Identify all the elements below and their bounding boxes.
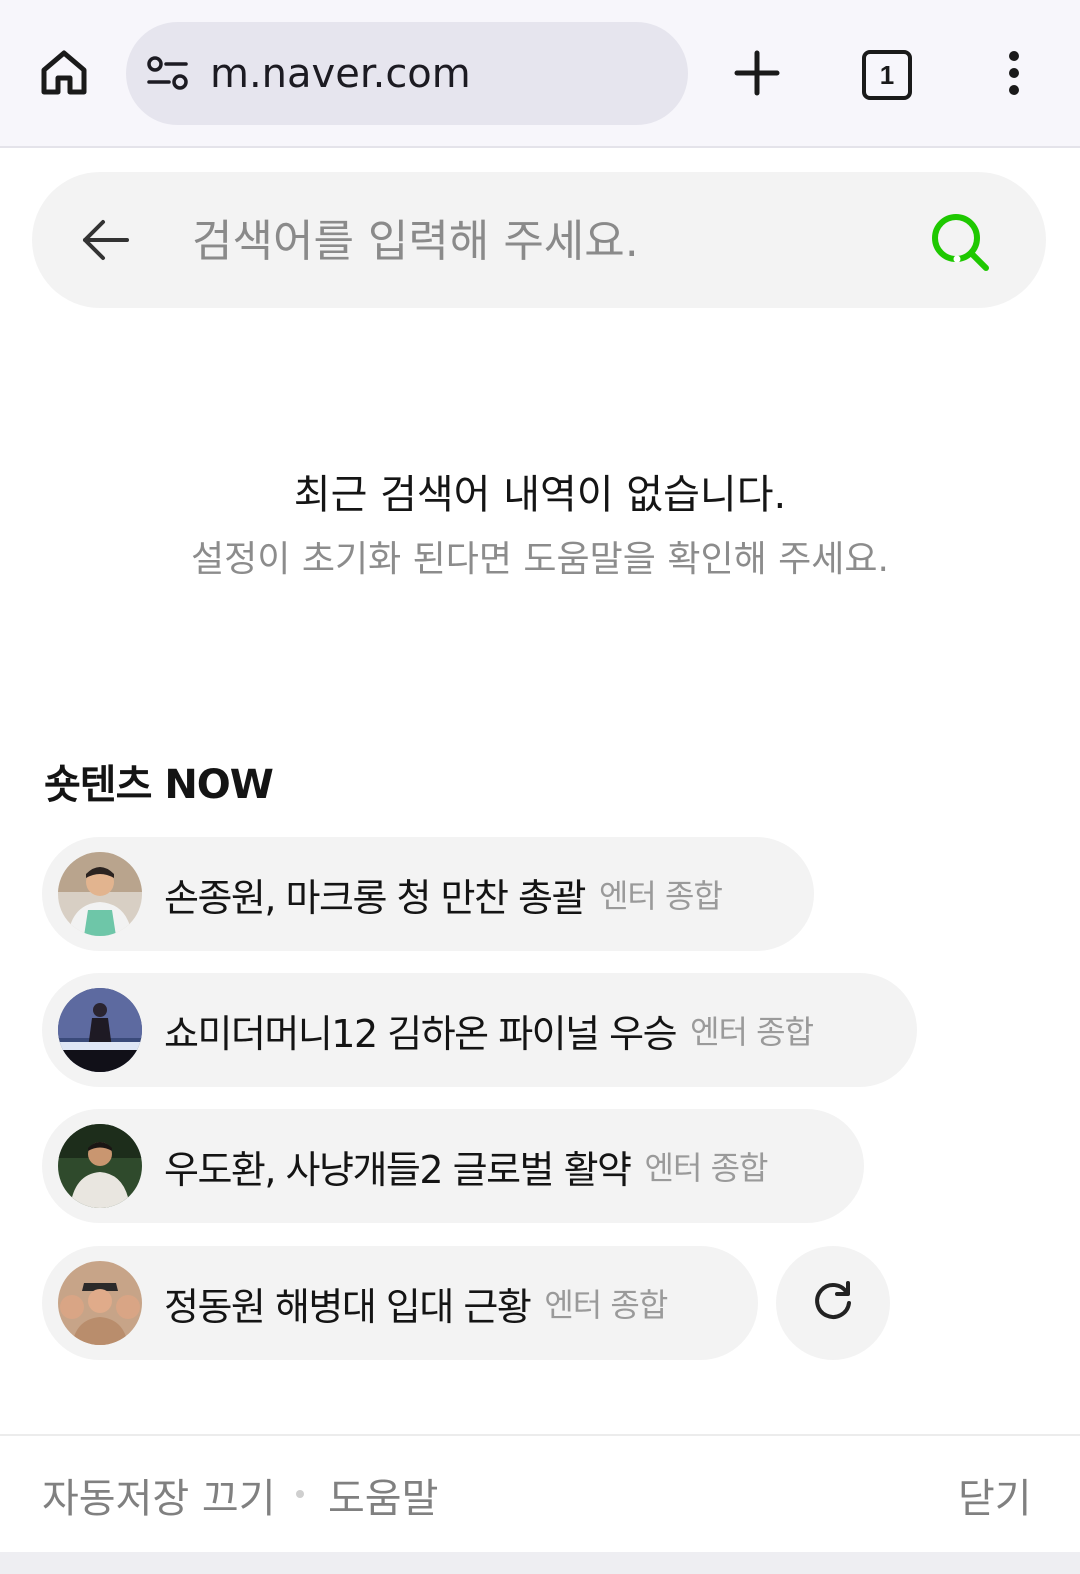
bottom-divider [0, 1552, 1080, 1574]
avatar [58, 1124, 142, 1208]
search-button[interactable] [924, 208, 996, 280]
search-bar [32, 172, 1046, 308]
new-tab-button[interactable] [726, 44, 788, 106]
url-text: m.naver.com [210, 50, 471, 97]
close-link[interactable]: 닫기 [958, 1466, 1032, 1524]
tab-count: 1 [879, 59, 895, 90]
refresh-button[interactable] [776, 1246, 890, 1360]
shortents-title: 정동원 해병대 입대 근황 [164, 1284, 532, 1329]
more-vert-icon [1007, 50, 1021, 100]
section-title: 숏텐츠 NOW [44, 762, 274, 808]
avatar [58, 988, 142, 1072]
search-icon [928, 210, 992, 278]
shortents-category: 엔터 종합 [598, 877, 723, 915]
autosave-off-link[interactable]: 자동저장 끄기 [42, 1466, 276, 1524]
empty-recent-subtitle: 설정이 초기화 된다면 도움말을 확인해 주세요. [191, 539, 889, 580]
tab-switcher-button[interactable]: 1 [856, 44, 918, 106]
more-menu-button[interactable] [986, 44, 1042, 106]
footer: 자동저장 끄기 도움말 닫기 [0, 1434, 1080, 1552]
address-bar[interactable]: m.naver.com [126, 22, 688, 125]
help-link[interactable]: 도움말 [328, 1466, 438, 1524]
home-icon [38, 46, 90, 102]
shortents-category: 엔터 종합 [644, 1149, 769, 1187]
back-button[interactable] [76, 212, 136, 272]
shortents-item[interactable]: 우도환, 사냥개들2 글로벌 활약 엔터 종합 [42, 1109, 864, 1223]
shortents-item[interactable]: 쇼미더머니12 김하온 파이널 우승 엔터 종합 [42, 973, 917, 1087]
separator-dot [296, 1490, 304, 1498]
shortents-category: 엔터 종합 [690, 1013, 814, 1051]
shortents-item[interactable]: 손종원, 마크롱 청 만찬 총괄 엔터 종합 [42, 837, 814, 951]
shortents-title: 우도환, 사냥개들2 글로벌 활약 [164, 1147, 632, 1192]
shortents-title: 쇼미더머니12 김하온 파이널 우승 [164, 1011, 678, 1056]
browser-toolbar: m.naver.com 1 [0, 0, 1080, 148]
avatar [58, 852, 142, 936]
shortents-title: 손종원, 마크롱 청 만찬 총괄 [164, 875, 586, 920]
arrow-left-icon [81, 218, 131, 266]
site-settings-icon[interactable] [146, 52, 190, 96]
avatar [58, 1261, 142, 1345]
search-input[interactable] [192, 200, 912, 282]
plus-icon [734, 50, 780, 100]
tab-switcher-icon: 1 [862, 50, 912, 100]
refresh-icon [809, 1277, 857, 1329]
shortents-category: 엔터 종합 [544, 1286, 668, 1324]
shortents-item[interactable]: 정동원 해병대 입대 근황 엔터 종합 [42, 1246, 758, 1360]
empty-recent-title: 최근 검색어 내역이 없습니다. [293, 472, 787, 518]
home-button[interactable] [30, 44, 98, 104]
